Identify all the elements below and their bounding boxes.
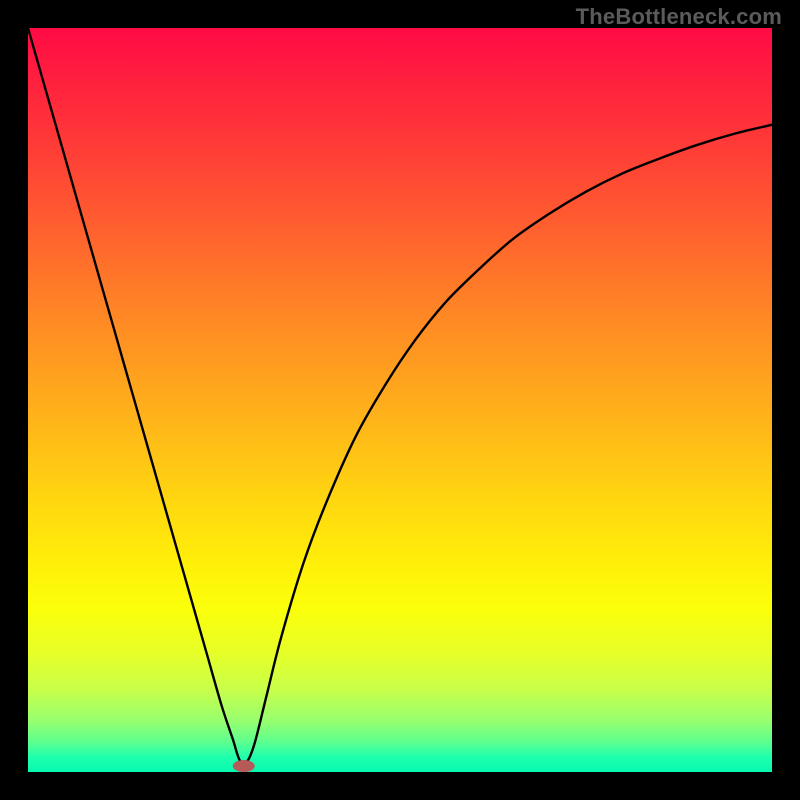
bottleneck-curve — [28, 28, 772, 763]
watermark-text: TheBottleneck.com — [576, 4, 782, 30]
curve-svg — [28, 28, 772, 772]
dip-marker — [233, 760, 255, 772]
chart-frame: TheBottleneck.com — [0, 0, 800, 800]
plot-area — [28, 28, 772, 772]
